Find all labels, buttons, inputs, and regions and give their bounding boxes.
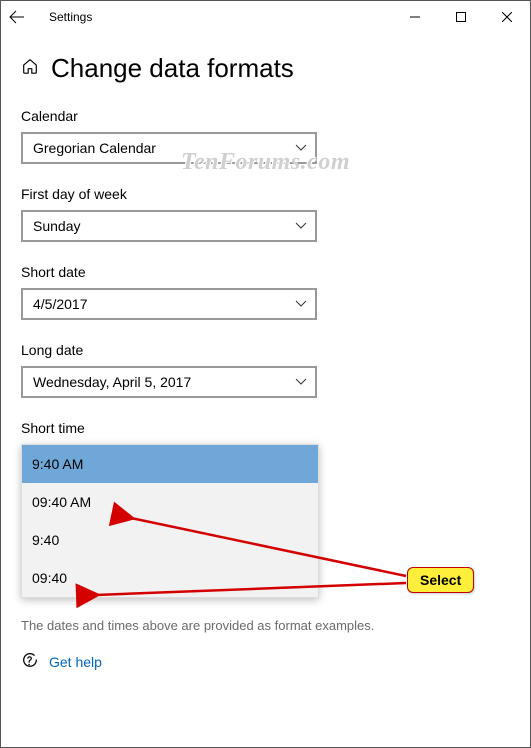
page-title: Change data formats	[51, 53, 294, 84]
short-time-option[interactable]: 09:40 AM	[22, 483, 318, 521]
titlebar: Settings	[1, 1, 530, 33]
page-header: Change data formats	[21, 53, 510, 84]
format-hint: The dates and times above are provided a…	[21, 618, 510, 633]
combo-long-date-value: Wednesday, April 5, 2017	[33, 374, 191, 390]
short-time-option[interactable]: 9:40 AM	[22, 445, 318, 483]
label-first-day: First day of week	[21, 186, 510, 202]
combo-first-day-value: Sunday	[33, 218, 80, 234]
annotation-callout: Select	[407, 567, 474, 593]
arrow-left-icon	[9, 9, 25, 25]
minimize-icon	[410, 12, 420, 22]
field-calendar: Calendar Gregorian Calendar	[21, 108, 510, 164]
combo-calendar[interactable]: Gregorian Calendar	[21, 132, 317, 164]
label-short-date: Short date	[21, 264, 510, 280]
maximize-button[interactable]	[438, 1, 484, 33]
label-calendar: Calendar	[21, 108, 510, 124]
home-icon[interactable]	[21, 57, 39, 80]
close-button[interactable]	[484, 1, 530, 33]
maximize-icon	[456, 12, 466, 22]
chevron-down-icon	[295, 142, 307, 154]
label-long-date: Long date	[21, 342, 510, 358]
chevron-down-icon	[295, 220, 307, 232]
minimize-button[interactable]	[392, 1, 438, 33]
field-long-date: Long date Wednesday, April 5, 2017	[21, 342, 510, 398]
label-short-time: Short time	[21, 420, 510, 436]
combo-short-date[interactable]: 4/5/2017	[21, 288, 317, 320]
field-short-date: Short date 4/5/2017	[21, 264, 510, 320]
window-controls	[392, 1, 530, 33]
combo-short-date-value: 4/5/2017	[33, 296, 88, 312]
combo-calendar-value: Gregorian Calendar	[33, 140, 156, 156]
settings-window: Settings Change data formats Calendar G	[0, 0, 531, 748]
combo-long-date[interactable]: Wednesday, April 5, 2017	[21, 366, 317, 398]
close-icon	[502, 12, 512, 22]
short-time-option[interactable]: 9:40	[22, 521, 318, 559]
app-title: Settings	[49, 10, 92, 24]
back-button[interactable]	[1, 1, 33, 33]
listbox-short-time[interactable]: 9:40 AM09:40 AM9:4009:40	[21, 444, 319, 598]
chevron-down-icon	[295, 298, 307, 310]
field-first-day: First day of week Sunday	[21, 186, 510, 242]
chevron-down-icon	[295, 376, 307, 388]
help-icon	[21, 651, 39, 672]
get-help-link[interactable]: Get help	[49, 654, 102, 670]
short-time-option[interactable]: 09:40	[22, 559, 318, 597]
combo-first-day[interactable]: Sunday	[21, 210, 317, 242]
help-row: Get help	[21, 651, 510, 672]
